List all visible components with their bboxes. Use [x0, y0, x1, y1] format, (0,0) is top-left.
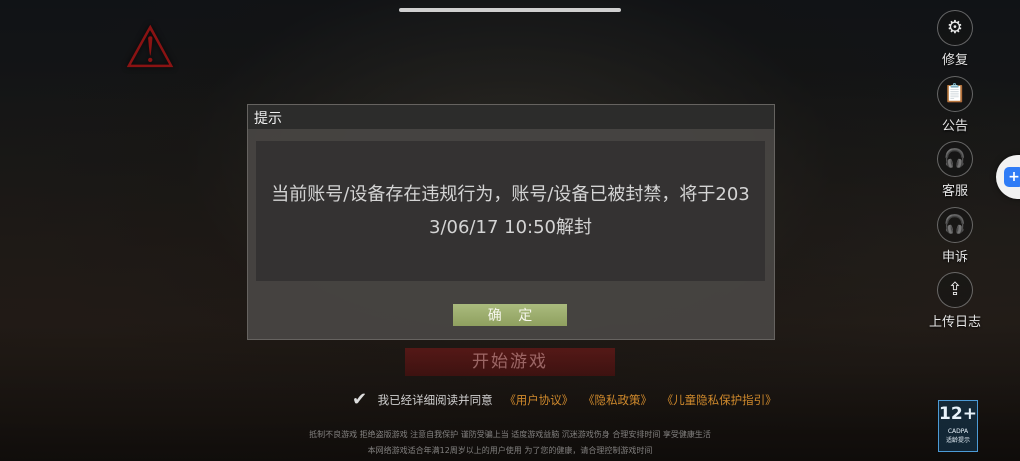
repair-button[interactable]: ⚙ 修复 [928, 10, 982, 68]
start-game-button[interactable]: 开始游戏 [405, 348, 615, 376]
repair-label: 修复 [941, 53, 968, 68]
dialog-title: 提示 [254, 111, 282, 127]
customer-service-label: 客服 [941, 184, 968, 199]
home-indicator-bar [399, 8, 621, 12]
user-agreement-link[interactable]: 《用户协议》 [504, 393, 573, 407]
ban-notice-dialog: 提示 当前账号/设备存在违规行为，账号/设备已被封禁，将于203 3/06/17… [247, 104, 775, 340]
health-notice-line1: 抵制不良游戏 拒绝盗版游戏 注意自我保护 谨防受骗上当 适度游戏益脑 沉迷游戏伤… [309, 430, 711, 439]
age-rating-sub: 适龄提示 [945, 437, 970, 444]
agreement-text: 我已经详细阅读并同意 [377, 392, 493, 407]
age-rating-label: CADPA [947, 428, 969, 435]
chat-plus-icon: + [1004, 167, 1020, 187]
child-privacy-link[interactable]: 《儿童隐私保护指引》 [662, 393, 777, 407]
upload-log-label: 上传日志 [928, 315, 981, 330]
dialog-message-line1: 当前账号/设备存在违规行为，账号/设备已被封禁，将于203 [271, 184, 750, 205]
headset-icon: 🎧 [937, 207, 973, 243]
customer-service-button[interactable]: 🎧 客服 [928, 141, 982, 199]
game-logo: ⚠ [124, 13, 176, 81]
upload-icon: ⇪ [937, 272, 973, 308]
announcement-label: 公告 [941, 119, 968, 134]
age-rating-badge: 12+ CADPA 适龄提示 [938, 400, 978, 452]
upload-log-button[interactable]: ⇪ 上传日志 [928, 272, 982, 330]
health-notice-line2: 本网络游戏适合年满12周岁以上的用户使用 为了您的健康，请合理控制游戏时间 [367, 446, 653, 455]
appeal-label: 申诉 [941, 250, 968, 265]
announcement-button[interactable]: 📋 公告 [928, 76, 982, 134]
confirm-button[interactable]: 确 定 [453, 304, 567, 326]
agreement-row: ✔ 我已经详细阅读并同意 《用户协议》 《隐私政策》 《儿童隐私保护指引》 [352, 389, 783, 410]
dialog-body: 当前账号/设备存在违规行为，账号/设备已被封禁，将于203 3/06/17 10… [256, 141, 765, 281]
dialog-title-bar: 提示 [248, 105, 774, 129]
clipboard-icon: 📋 [937, 76, 973, 112]
dialog-message: 当前账号/设备存在违规行为，账号/设备已被封禁，将于203 3/06/17 10… [256, 178, 765, 244]
appeal-button[interactable]: 🎧 申诉 [928, 207, 982, 265]
age-rating-number: 12+ [939, 404, 977, 424]
headset-icon: 🎧 [937, 141, 973, 177]
privacy-policy-link[interactable]: 《隐私政策》 [583, 393, 652, 407]
gear-icon: ⚙ [937, 10, 973, 46]
dialog-message-line2: 3/06/17 10:50解封 [429, 217, 592, 238]
agreement-checkbox[interactable]: ✔ [352, 389, 374, 410]
